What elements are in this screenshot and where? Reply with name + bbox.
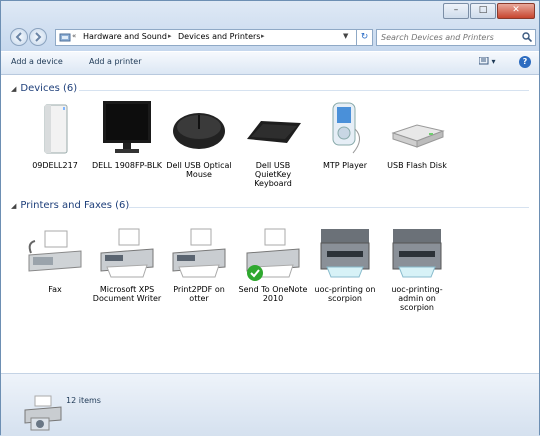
minimize-button[interactable]: – [443, 3, 469, 19]
printer-label: Print2PDF on otter [173, 285, 225, 303]
add-device-button[interactable]: Add a device [11, 57, 63, 66]
forward-button[interactable] [29, 28, 47, 46]
close-button[interactable]: ✕ [497, 3, 535, 19]
mouse-icon [173, 113, 225, 149]
add-printer-button[interactable]: Add a printer [89, 57, 141, 66]
breadcrumb-devices-and-printers[interactable]: Devices and Printers [178, 32, 260, 41]
refresh-icon: ↻ [360, 32, 369, 42]
details-pane: 12 items [1, 373, 539, 436]
network-printer-icon [392, 229, 442, 278]
view-icon [478, 56, 489, 65]
collapse-icon[interactable]: ◢ [11, 202, 16, 210]
search-box[interactable] [376, 29, 536, 46]
item-count: 12 items [66, 396, 101, 405]
close-icon: ✕ [512, 5, 520, 15]
address-bar[interactable]: « Hardware and Sound ▸ Devices and Print… [55, 29, 370, 46]
fax-icon [28, 230, 82, 272]
devices-and-printers-window: – □ ✕ « Hardware and Sound ▸ Devices and… [0, 0, 540, 436]
breadcrumb-separator-icon[interactable]: ▸ [168, 32, 172, 40]
back-button[interactable] [10, 28, 28, 46]
refresh-button[interactable]: ↻ [356, 29, 373, 46]
printers-group-header[interactable]: ◢ Printers and Faxes (6) [11, 200, 129, 211]
media-player-icon [332, 102, 360, 154]
navigation-bar: « Hardware and Sound ▸ Devices and Print… [1, 25, 539, 51]
address-overflow-icon[interactable]: « [72, 32, 76, 40]
help-button[interactable]: ? [519, 56, 531, 68]
printer-label: Fax [48, 285, 62, 294]
flash-disk-icon [391, 124, 445, 148]
printer-label: Send To OneNote 2010 [238, 285, 308, 303]
group-divider [79, 90, 529, 91]
help-icon: ? [522, 57, 528, 66]
view-dropdown-icon: ▾ [491, 57, 496, 66]
device-label: 09DELL217 [32, 161, 78, 170]
command-bar: Add a device Add a printer ▾ ? [1, 52, 539, 75]
breadcrumb-hardware-and-sound[interactable]: Hardware and Sound [83, 32, 167, 41]
caption-buttons: – □ ✕ [442, 3, 535, 19]
forward-arrow-icon [35, 32, 42, 42]
search-input[interactable] [381, 31, 516, 44]
maximize-icon: □ [478, 5, 488, 15]
maximize-button[interactable]: □ [470, 3, 496, 19]
collapse-icon[interactable]: ◢ [11, 85, 16, 93]
printer-label: uoc-printing on scorpion [314, 285, 376, 303]
device-label: DELL 1908FP-BLK [91, 161, 163, 170]
keyboard-icon [247, 121, 301, 143]
minimize-icon: – [453, 5, 459, 15]
default-printer-icon [246, 228, 300, 281]
devices-group-header[interactable]: ◢ Devices (6) [11, 83, 77, 94]
back-arrow-icon [15, 32, 22, 42]
printer-label: Microsoft XPS Document Writer [92, 285, 162, 303]
address-dropdown-icon[interactable]: ▼ [343, 32, 348, 40]
printers-group-title: Printers and Faxes (6) [20, 200, 130, 211]
network-printer-icon [320, 229, 370, 278]
search-icon[interactable] [522, 32, 532, 42]
computer-tower-icon [44, 104, 68, 154]
devices-group-title: Devices (6) [20, 83, 78, 94]
device-label: MTP Player [322, 161, 368, 170]
devices-summary-icon [24, 395, 62, 431]
change-view-button[interactable]: ▾ [478, 56, 496, 66]
device-label: USB Flash Disk [387, 161, 447, 170]
device-list-pane: ◢ Devices (6) 09DELL217 DELL 1908FP-BLK D… [1, 75, 539, 373]
printer-icon [100, 228, 154, 278]
printer-label: uoc-printing-admin on scorpion [391, 285, 443, 312]
group-divider [129, 207, 529, 208]
monitor-icon [103, 101, 151, 153]
breadcrumb-separator-icon[interactable]: ▸ [261, 32, 265, 40]
device-label: Dell USB QuietKey Keyboard [254, 161, 292, 188]
control-panel-icon [59, 33, 71, 42]
printer-icon [172, 228, 226, 278]
device-label: Dell USB Optical Mouse [166, 161, 232, 179]
